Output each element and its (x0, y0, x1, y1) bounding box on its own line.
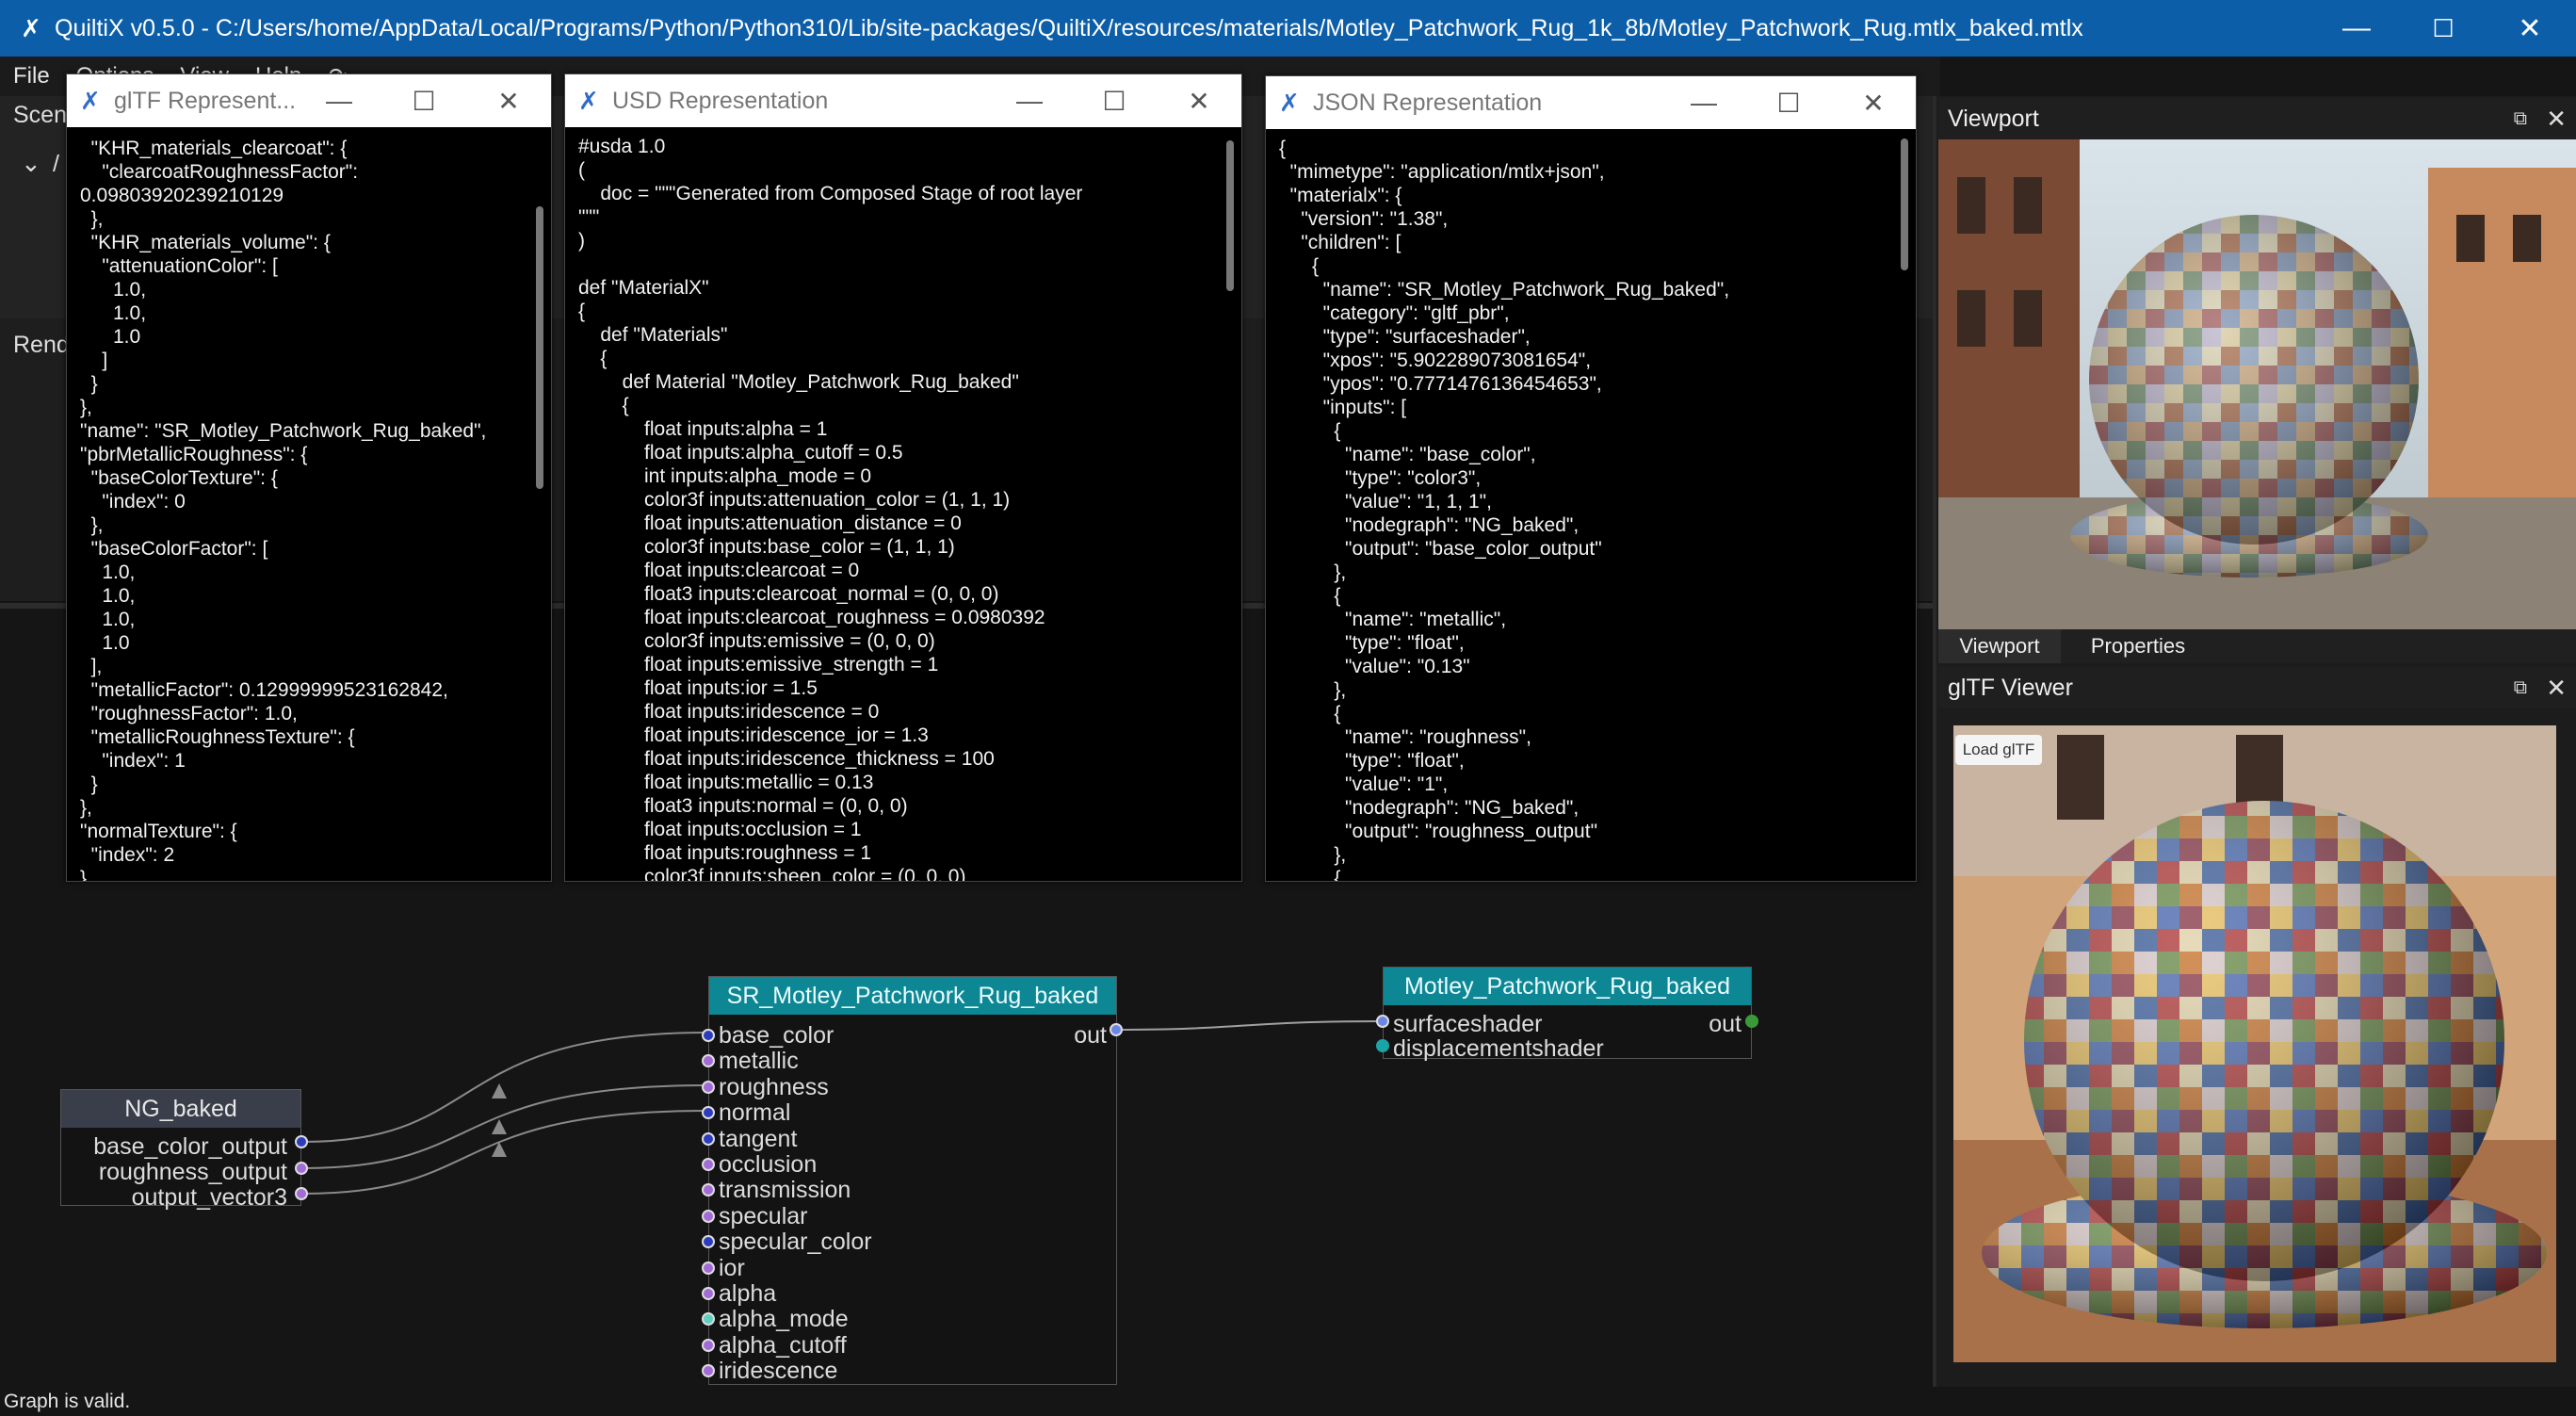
usd-maximize-button[interactable]: ☐ (1072, 86, 1157, 117)
mat-port-out[interactable] (1745, 1015, 1758, 1028)
sr-motley-node[interactable]: SR_Motley_Patchwork_Rug_baked out base_c… (702, 976, 1117, 1385)
mat-input-displacementshader: displacementshader (1393, 1035, 1604, 1062)
sr-input-port[interactable] (702, 1029, 715, 1042)
sr-port-out[interactable] (1110, 1023, 1123, 1036)
gltf-maximize-button[interactable]: ☐ (381, 86, 466, 117)
json-text[interactable]: { "mimetype": "application/mtlx+json", "… (1279, 137, 1891, 881)
sr-input-alpha-mode: alpha_mode (719, 1306, 849, 1333)
sr-input-port[interactable] (702, 1106, 715, 1120)
sr-input-port[interactable] (702, 1364, 715, 1378)
close-button[interactable]: ✕ (2487, 0, 2573, 57)
ng-output-vector3: output_vector3 (131, 1184, 287, 1211)
sr-input-occlusion: occlusion (719, 1151, 818, 1178)
quiltix-app: ✗ QuiltiX v0.5.0 - C:/Users/home/AppData… (0, 0, 2576, 1416)
sr-input-base-color: base_color (719, 1022, 834, 1049)
viewport-dock-title: Viewport (1948, 105, 2039, 132)
usd-minimize-button[interactable]: — (987, 86, 1072, 116)
sr-input-normal: normal (719, 1099, 791, 1127)
json-window-titlebar: ✗ JSON Representation — ☐ ✕ (1266, 76, 1916, 129)
sr-input-port[interactable] (702, 1158, 715, 1171)
ng-output-base-color: base_color_output (93, 1133, 287, 1160)
sr-input-roughness: roughness (719, 1073, 829, 1100)
sr-input-metallic: metallic (719, 1048, 799, 1075)
ng-port-vector3[interactable] (295, 1187, 308, 1200)
sr-input-iridescence: iridescence (719, 1358, 838, 1385)
material-node-title: Motley_Patchwork_Rug_baked (1384, 968, 1751, 1005)
status-text: Graph is valid. (4, 1391, 131, 1412)
ng-port-base-color[interactable] (295, 1135, 308, 1148)
sr-input-transmission: transmission (719, 1177, 851, 1204)
ng-baked-node-title: NG_baked (61, 1090, 300, 1128)
gltf-viewer-close-icon[interactable]: ✕ (2546, 674, 2567, 703)
usd-text[interactable]: #usda 1.0 ( doc = """Generated from Comp… (578, 135, 1217, 881)
maximize-button[interactable]: ☐ (2400, 0, 2487, 57)
gltf-viewer-dock-titlebar: glTF Viewer ⧉ ✕ (1938, 667, 2576, 708)
usd-window-title: USD Representation (612, 87, 829, 114)
json-close-button[interactable]: ✕ (1831, 88, 1916, 119)
sr-input-port[interactable] (702, 1054, 715, 1068)
ng-baked-node[interactable]: NG_baked base_color_output roughness_out… (60, 1089, 301, 1211)
sr-input-port[interactable] (702, 1183, 715, 1197)
sr-input-port[interactable] (702, 1209, 715, 1223)
load-gltf-button[interactable]: Load glTF (1955, 735, 2042, 765)
usd-window-titlebar: ✗ USD Representation — ☐ ✕ (565, 74, 1241, 127)
sr-node-title: SR_Motley_Patchwork_Rug_baked (709, 977, 1116, 1015)
sr-output-out: out (1074, 1022, 1107, 1049)
json-maximize-button[interactable]: ☐ (1746, 88, 1831, 119)
app-logo-icon: ✗ (1279, 88, 1300, 117)
usd-scrollbar[interactable] (1226, 140, 1234, 291)
gltf-window-titlebar: ✗ glTF Represent... — ☐ ✕ (67, 74, 551, 127)
sr-input-specular-color: specular_color (719, 1229, 872, 1256)
gltf-viewer-render[interactable] (1953, 725, 2556, 1362)
gltf-scrollbar[interactable] (536, 206, 543, 489)
usd-representation-window[interactable]: ✗ USD Representation — ☐ ✕ #usda 1.0 ( d… (564, 73, 1242, 882)
sr-input-port[interactable] (702, 1080, 715, 1094)
sr-input-port[interactable] (702, 1261, 715, 1275)
sr-input-specular: specular (719, 1202, 808, 1229)
json-minimize-button[interactable]: — (1661, 88, 1746, 118)
json-scrollbar[interactable] (1901, 138, 1908, 270)
gltf-viewer-float-icon[interactable]: ⧉ (2514, 677, 2527, 699)
usd-close-button[interactable]: ✕ (1157, 86, 1241, 117)
gltf-representation-window[interactable]: ✗ glTF Represent... — ☐ ✕ "KHR_materials… (66, 73, 552, 882)
material-node[interactable]: Motley_Patchwork_Rug_baked surfaceshader… (1383, 967, 1752, 1062)
gltf-viewer-title: glTF Viewer (1948, 674, 2073, 701)
gltf-window-title: glTF Represent... (114, 87, 297, 114)
tab-viewport[interactable]: Viewport (1938, 629, 2061, 663)
mat-port-displacementshader[interactable] (1376, 1039, 1389, 1052)
tab-properties[interactable]: Properties (2072, 629, 2204, 663)
viewport-float-icon[interactable]: ⧉ (2514, 108, 2527, 130)
sr-input-port[interactable] (702, 1235, 715, 1249)
sr-input-tangent: tangent (719, 1125, 798, 1152)
viewport-close-icon[interactable]: ✕ (2546, 105, 2567, 134)
minimize-button[interactable]: — (2313, 0, 2400, 57)
gltf-close-button[interactable]: ✕ (466, 86, 551, 117)
sr-input-alpha: alpha (719, 1280, 777, 1307)
gltf-minimize-button[interactable]: — (297, 86, 381, 116)
mat-output-out: out (1709, 1011, 1742, 1037)
json-window-title: JSON Representation (1313, 89, 1543, 116)
app-logo-icon: ✗ (578, 86, 599, 115)
sr-input-port[interactable] (702, 1338, 715, 1352)
sr-input-port[interactable] (702, 1312, 715, 1326)
app-logo-icon: ✗ (80, 86, 101, 115)
sr-input-alpha-cutoff: alpha_cutoff (719, 1331, 847, 1359)
viewport-render[interactable] (1938, 139, 2576, 629)
sr-input-port[interactable] (702, 1287, 715, 1300)
mat-input-surfaceshader: surfaceshader (1393, 1011, 1543, 1037)
mat-port-surfaceshader[interactable] (1376, 1015, 1389, 1028)
sr-input-ior: ior (719, 1254, 745, 1281)
sr-input-port[interactable] (702, 1131, 715, 1146)
ng-output-roughness: roughness_output (98, 1159, 287, 1185)
status-bar: Graph is valid. (0, 1387, 2576, 1416)
gltf-text[interactable]: "KHR_materials_clearcoat": { "clearcoatR… (80, 137, 527, 881)
json-representation-window[interactable]: ✗ JSON Representation — ☐ ✕ { "mimetype"… (1265, 75, 1917, 882)
ng-port-roughness[interactable] (295, 1162, 308, 1175)
viewport-dock-titlebar: Viewport ⧉ ✕ (1938, 98, 2576, 139)
